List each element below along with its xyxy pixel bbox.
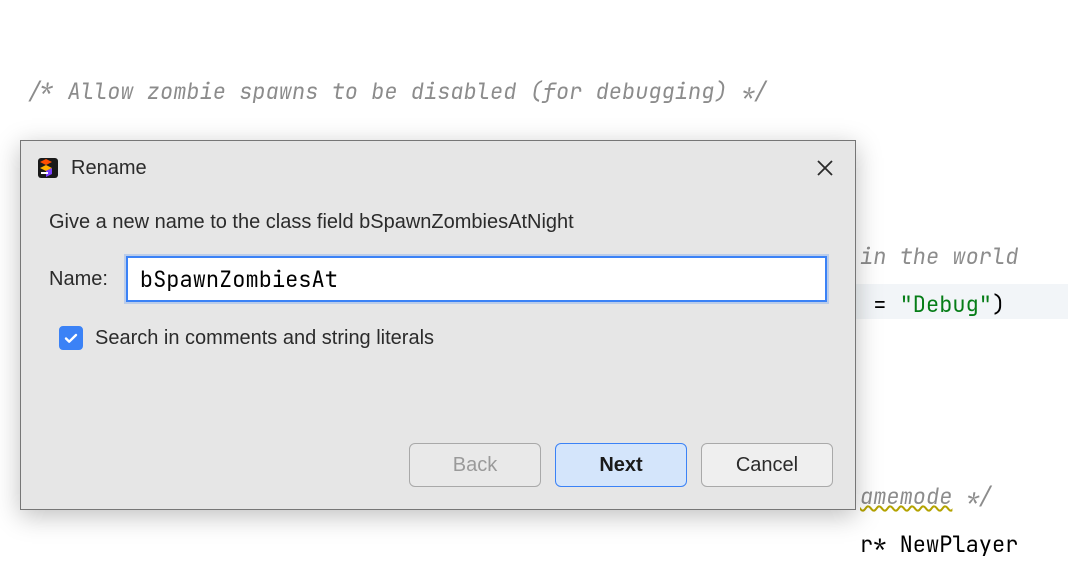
cancel-button[interactable]: Cancel (701, 443, 833, 487)
dialog-button-row: Back Next Cancel (21, 443, 855, 509)
dialog-instruction: Give a new name to the class field bSpaw… (49, 211, 827, 234)
close-button[interactable] (805, 148, 845, 188)
name-label: Name: (49, 268, 108, 291)
rename-dialog: Rename Give a new name to the class fiel… (20, 140, 856, 510)
search-in-comments-checkbox[interactable] (59, 326, 83, 350)
name-input[interactable] (138, 264, 815, 295)
next-button[interactable]: Next (555, 443, 687, 487)
rider-app-icon (35, 155, 61, 181)
name-input-container[interactable] (126, 256, 827, 302)
code-fragment-right: in the world = "Debug") amemode */ r* Ne… (860, 185, 1018, 569)
back-button: Back (409, 443, 541, 487)
checkmark-icon (63, 330, 79, 346)
code-comment-line: /* Allow zombie spawns to be disabled (f… (28, 77, 767, 106)
dialog-title: Rename (61, 157, 805, 180)
checkbox-label: Search in comments and string literals (95, 327, 434, 350)
close-icon (816, 159, 834, 177)
dialog-titlebar[interactable]: Rename (21, 141, 855, 191)
